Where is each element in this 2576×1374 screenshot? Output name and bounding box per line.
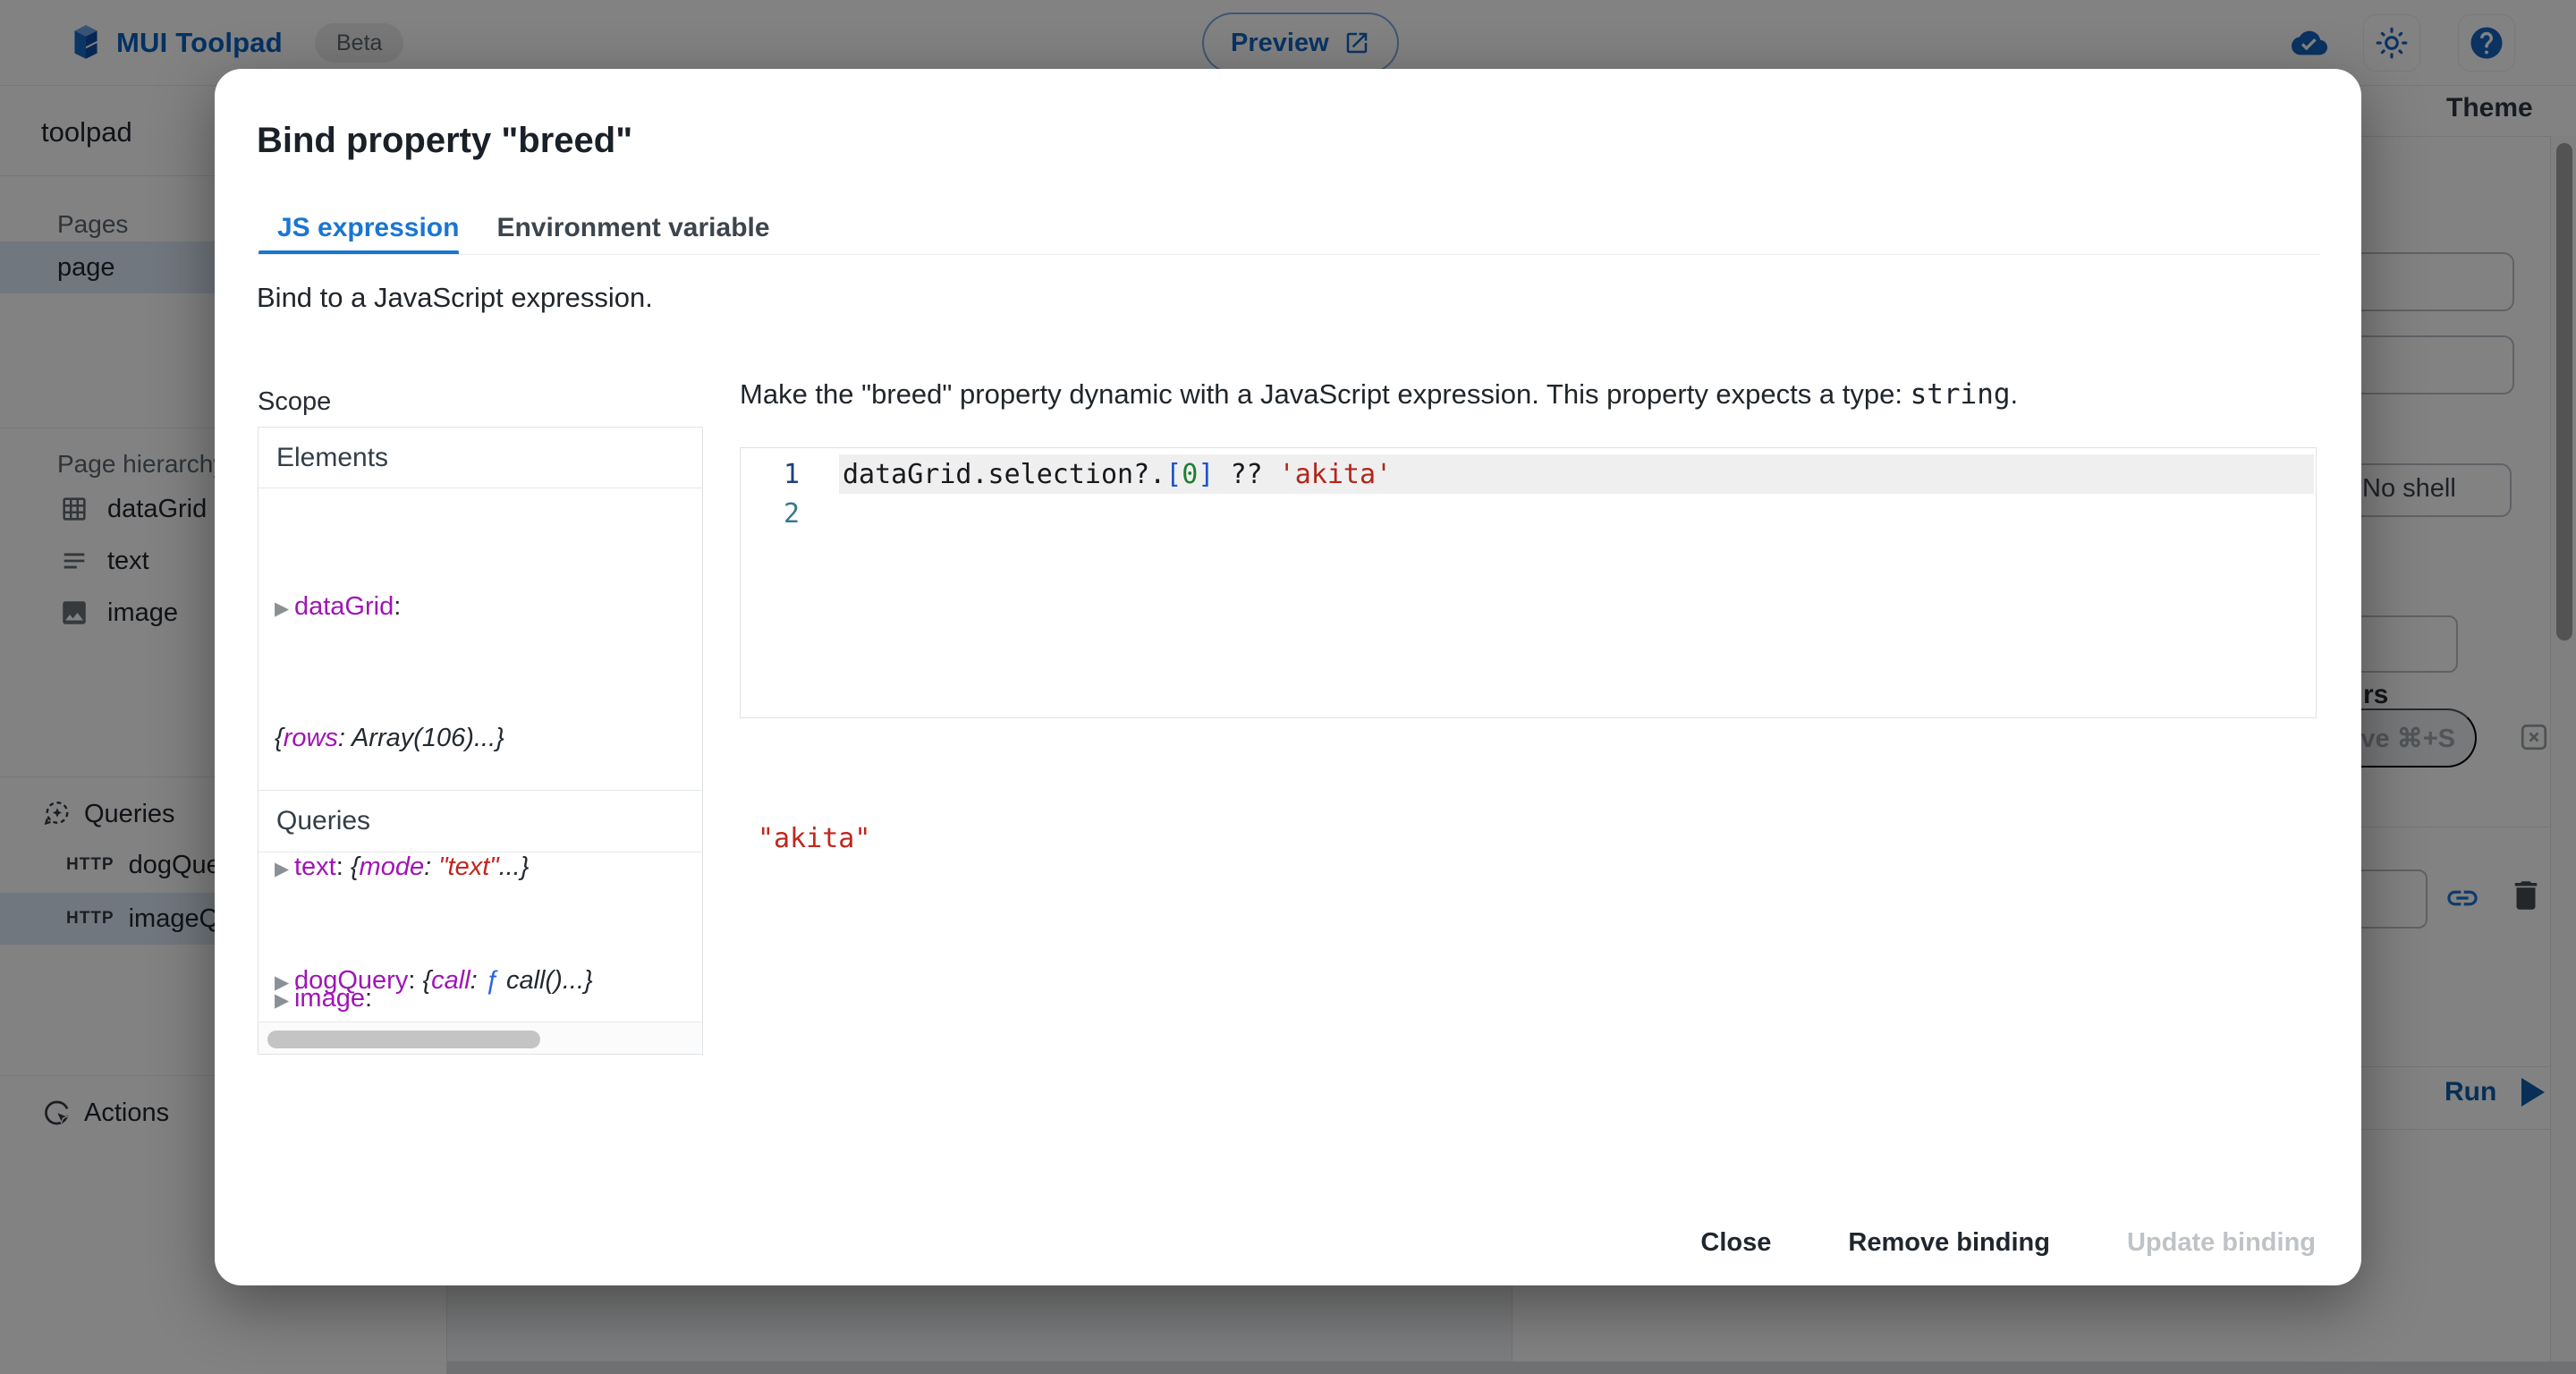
tab-environment-variable[interactable]: Environment variable	[478, 201, 788, 254]
tab-description: Bind to a JavaScript expression.	[257, 282, 653, 314]
line-number: 2	[741, 498, 812, 530]
scope-queries-header: Queries	[258, 790, 702, 852]
hint-suffix: .	[2011, 378, 2019, 410]
editor-line-1[interactable]: 1 dataGrid.selection?.[0] ?? 'akita'	[741, 454, 2316, 494]
update-binding-button[interactable]: Update binding	[2114, 1219, 2328, 1267]
hint-prefix: Make the "breed" property dynamic with a…	[740, 378, 1911, 410]
dialog-title: Bind property "breed"	[257, 121, 632, 161]
close-button[interactable]: Close	[1688, 1219, 1784, 1267]
scope-scrollbar-thumb[interactable]	[267, 1030, 540, 1048]
scope-inspector: Elements ▶ dataGrid: {rows: Array(106)..…	[258, 427, 703, 1055]
bind-property-dialog: Bind property "breed" JS expression Envi…	[215, 69, 2361, 1285]
tree-node-datagrid-preview[interactable]: {rows: Array(106)...}	[275, 717, 648, 759]
tree-node-dogquery[interactable]: ▶ dogQuery: {call: ƒ call()...}	[275, 959, 593, 1005]
scope-elements-header: Elements	[258, 428, 702, 488]
expression-result: "akita"	[758, 823, 870, 854]
code-line: dataGrid.selection?.[0] ?? 'akita'	[843, 459, 1392, 490]
tree-node-datagrid[interactable]: ▶ dataGrid:	[275, 585, 648, 631]
tab-js-expression[interactable]: JS expression	[258, 201, 478, 254]
divider	[257, 254, 2319, 255]
scope-horizontal-scrollbar[interactable]	[258, 1022, 702, 1055]
line-number: 1	[741, 459, 812, 490]
app-root: MUI Toolpad Beta Preview	[0, 0, 2576, 1374]
editor-line-2[interactable]: 2	[741, 494, 2316, 533]
js-expression-editor[interactable]: 1 dataGrid.selection?.[0] ?? 'akita' 2	[740, 447, 2317, 718]
expression-hint: Make the "breed" property dynamic with a…	[740, 378, 2018, 411]
dialog-actions: Close Remove binding Update binding	[1688, 1219, 2328, 1267]
scope-label: Scope	[258, 387, 331, 417]
binding-tabs: JS expression Environment variable	[258, 201, 789, 254]
remove-binding-button[interactable]: Remove binding	[1835, 1219, 2063, 1267]
hint-type: string	[1911, 378, 2011, 411]
